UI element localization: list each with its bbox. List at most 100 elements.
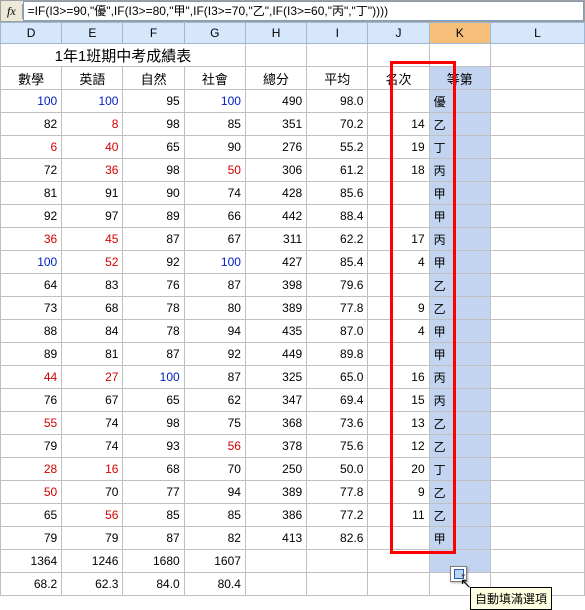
cell[interactable]: 92 [123,251,184,274]
cell[interactable]: 16 [368,366,429,389]
cell[interactable]: 82 [184,527,245,550]
cell[interactable]: 74 [184,182,245,205]
cell[interactable]: 65 [123,136,184,159]
cell[interactable]: 87 [184,366,245,389]
cell[interactable]: 66 [184,205,245,228]
cell[interactable]: 75.6 [307,435,368,458]
cell[interactable]: 17 [368,228,429,251]
cell[interactable]: 15 [368,389,429,412]
cell[interactable]: 100 [184,251,245,274]
grade-cell[interactable]: 乙 [429,412,490,435]
grade-cell[interactable]: 甲 [429,205,490,228]
cell[interactable] [368,527,429,550]
cell[interactable]: 70.2 [307,113,368,136]
cell[interactable]: 6 [1,136,62,159]
avg-cell[interactable] [307,573,368,596]
cell[interactable]: 276 [245,136,306,159]
column-header-F[interactable]: F [123,23,184,44]
cell[interactable]: 72 [1,159,62,182]
cell[interactable]: 76 [123,274,184,297]
grade-cell[interactable]: 丙 [429,389,490,412]
cell[interactable]: 36 [1,228,62,251]
cell[interactable]: 4 [368,320,429,343]
cell[interactable]: 428 [245,182,306,205]
cell[interactable]: 8 [62,113,123,136]
cell[interactable]: 413 [245,527,306,550]
cell[interactable]: 88 [1,320,62,343]
cell[interactable]: 98 [123,113,184,136]
cell[interactable]: 56 [62,504,123,527]
cell[interactable]: 50 [1,481,62,504]
grade-cell[interactable]: 丁 [429,458,490,481]
cell[interactable]: 100 [123,366,184,389]
grade-cell[interactable]: 乙 [429,274,490,297]
autofill-options-button[interactable]: ▾ [450,566,467,582]
cell[interactable]: 79.6 [307,274,368,297]
header-cell[interactable]: 名次 [368,67,429,90]
cell[interactable]: 45 [62,228,123,251]
cell[interactable]: 68 [123,458,184,481]
cell[interactable]: 88.4 [307,205,368,228]
cell[interactable]: 92 [184,343,245,366]
cell[interactable]: 85 [123,504,184,527]
cell[interactable]: 81 [62,343,123,366]
cell[interactable]: 306 [245,159,306,182]
cell[interactable] [368,90,429,113]
cell[interactable]: 100 [1,90,62,113]
cell[interactable]: 78 [123,297,184,320]
cell[interactable]: 94 [184,320,245,343]
grade-cell[interactable]: 甲 [429,182,490,205]
header-cell[interactable]: 數學 [1,67,62,90]
cell[interactable]: 87 [184,274,245,297]
cell[interactable]: 85 [184,504,245,527]
cell[interactable]: 89.8 [307,343,368,366]
avg-cell[interactable]: 62.3 [62,573,123,596]
avg-cell[interactable] [245,573,306,596]
cell[interactable]: 61.2 [307,159,368,182]
cell[interactable]: 73.6 [307,412,368,435]
cell[interactable]: 74 [62,412,123,435]
total-cell[interactable]: 1680 [123,550,184,573]
column-header-L[interactable]: L [490,23,584,44]
cell[interactable]: 97 [62,205,123,228]
cell[interactable]: 87 [123,343,184,366]
cell[interactable]: 89 [123,205,184,228]
cell[interactable]: 18 [368,159,429,182]
grid[interactable]: DEFGHIJKL 1年1班期中考成績表數學英語自然社會總分平均名次等第1001… [0,22,585,596]
cell[interactable] [368,274,429,297]
cell[interactable]: 81 [1,182,62,205]
total-cell[interactable]: 1246 [62,550,123,573]
cell[interactable]: 93 [123,435,184,458]
column-header-J[interactable]: J [368,23,429,44]
avg-cell[interactable]: 84.0 [123,573,184,596]
cell[interactable]: 12 [368,435,429,458]
cell[interactable]: 70 [184,458,245,481]
grade-cell[interactable]: 乙 [429,481,490,504]
cell[interactable]: 378 [245,435,306,458]
cell[interactable] [368,343,429,366]
cell[interactable]: 368 [245,412,306,435]
header-cell[interactable]: 等第 [429,67,490,90]
cell[interactable]: 98 [123,412,184,435]
column-header-K[interactable]: K [429,23,490,44]
cell[interactable]: 4 [368,251,429,274]
grade-cell[interactable]: 乙 [429,297,490,320]
grade-cell[interactable]: 乙 [429,435,490,458]
cell[interactable]: 67 [62,389,123,412]
column-header-H[interactable]: H [245,23,306,44]
avg-cell[interactable]: 68.2 [1,573,62,596]
cell[interactable]: 87.0 [307,320,368,343]
cell[interactable]: 50 [184,159,245,182]
cell[interactable]: 389 [245,297,306,320]
grade-cell[interactable]: 乙 [429,113,490,136]
grade-cell[interactable]: 丙 [429,366,490,389]
cell[interactable]: 250 [245,458,306,481]
cell[interactable]: 74 [62,435,123,458]
cell[interactable]: 40 [62,136,123,159]
cell[interactable] [368,182,429,205]
cell[interactable]: 44 [1,366,62,389]
cell[interactable]: 449 [245,343,306,366]
cell[interactable]: 389 [245,481,306,504]
cell[interactable]: 16 [62,458,123,481]
cell[interactable]: 19 [368,136,429,159]
